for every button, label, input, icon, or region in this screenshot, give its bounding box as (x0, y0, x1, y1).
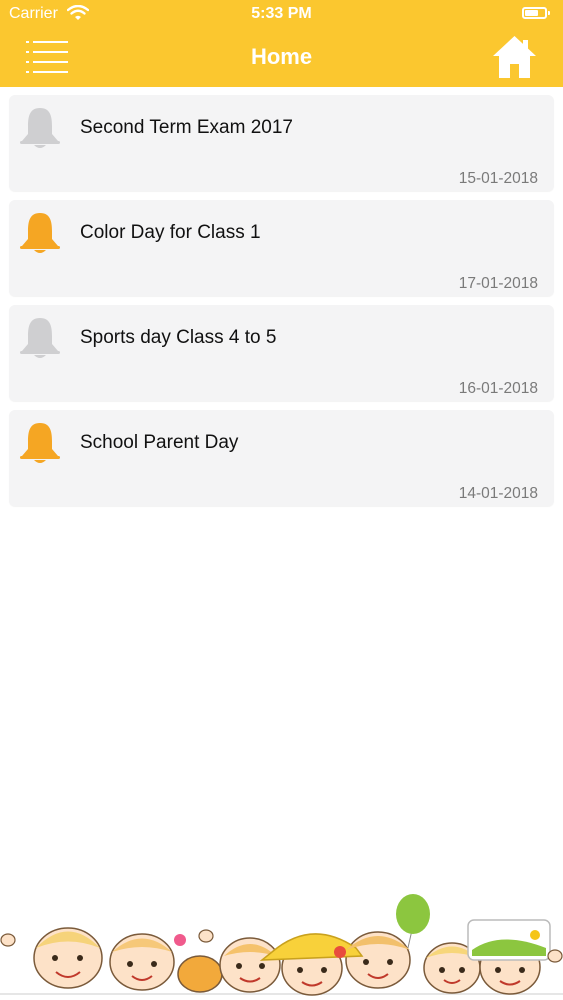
bell-icon (20, 423, 60, 463)
notice-title: School Parent Day (80, 432, 239, 453)
notice-title: Color Day for Class 1 (80, 222, 261, 243)
battery-icon (522, 7, 550, 19)
kids-banner-illustration (0, 894, 563, 996)
notice-date: 14-01-2018 (458, 485, 538, 502)
list-item[interactable]: School Parent Day 14-01-2018 (9, 410, 554, 506)
home-button[interactable] (492, 35, 537, 79)
bell-icon (20, 213, 60, 253)
notice-date: 16-01-2018 (458, 380, 538, 397)
notice-title: Second Term Exam 2017 (80, 117, 293, 138)
page-title: Home (250, 44, 313, 69)
app-header: Carrier 5:33 PM Home (0, 0, 563, 87)
battery-level (525, 10, 538, 16)
bell-icon (20, 318, 60, 358)
status-time: 5:33 PM (251, 5, 312, 22)
notice-date: 17-01-2018 (458, 275, 538, 292)
bell-icon (20, 108, 60, 148)
notice-date: 15-01-2018 (458, 170, 538, 187)
home-icon (493, 36, 536, 78)
status-bar: Carrier 5:33 PM (0, 0, 563, 28)
notice-title: Sports day Class 4 to 5 (80, 327, 277, 348)
list-item[interactable]: Color Day for Class 1 17-01-2018 (9, 200, 554, 296)
list-item[interactable]: Second Term Exam 2017 15-01-2018 (9, 95, 554, 191)
notice-list: Second Term Exam 2017 15-01-2018 Color D… (9, 95, 554, 515)
list-item[interactable]: Sports day Class 4 to 5 16-01-2018 (9, 305, 554, 401)
